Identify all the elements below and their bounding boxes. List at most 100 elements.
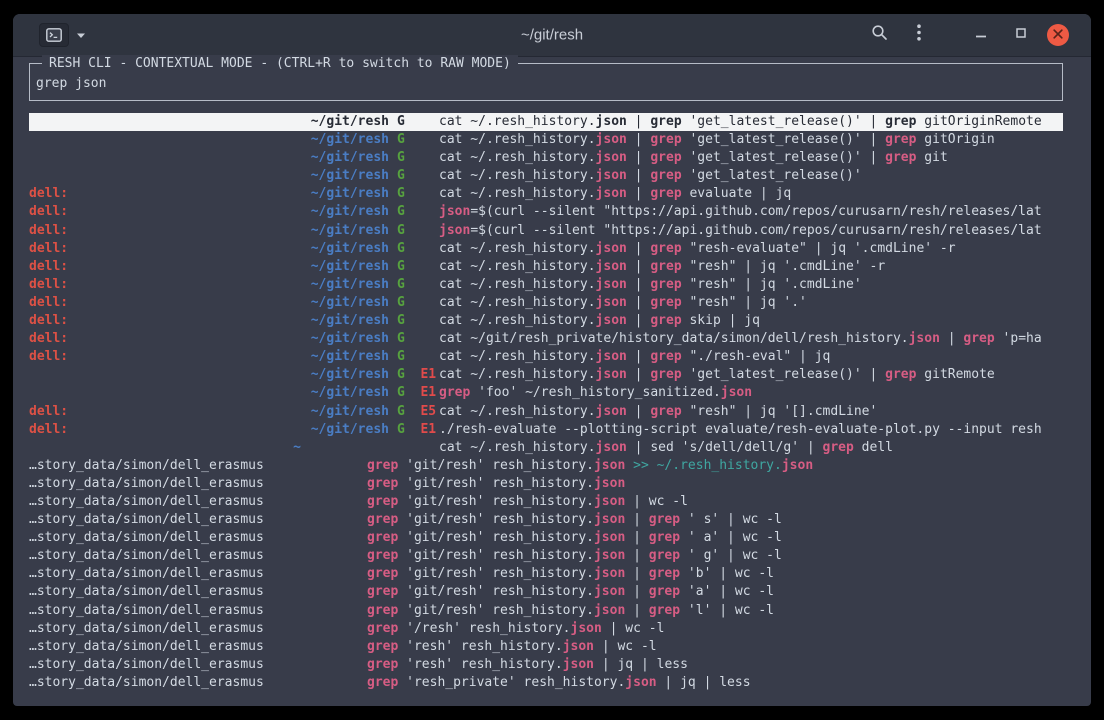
menu-button[interactable] xyxy=(905,21,933,49)
history-row[interactable]: …story_data/simon/dell_erasmusgrep 'git/… xyxy=(29,511,1063,529)
row-host: dell: xyxy=(29,294,68,312)
row-path: …story_data/simon/dell_erasmus xyxy=(29,511,264,529)
row-host: dell: xyxy=(29,312,68,330)
history-row[interactable]: dell:~/git/reshG E5cat ~/.resh_history.j… xyxy=(29,403,1063,421)
match-text: json xyxy=(596,150,627,165)
command-text: cat ~/.resh_history. xyxy=(439,404,596,419)
history-row[interactable]: ~/git/reshGcat ~/.resh_history.json | gr… xyxy=(29,149,1063,167)
history-row[interactable]: ~/git/reshGcat ~/.resh_history.json | gr… xyxy=(29,113,1063,131)
match-text: grep xyxy=(367,584,398,599)
match-text: json xyxy=(596,132,627,147)
match-text: json xyxy=(594,512,625,527)
command-text: ./resh-evaluate --plotting-script evalua… xyxy=(439,422,1042,437)
history-row[interactable]: dell:~/git/reshGcat ~/.resh_history.json… xyxy=(29,240,1063,258)
history-row[interactable]: …story_data/simon/dell_erasmusgrep '/res… xyxy=(29,620,1063,638)
command-text: cat ~/.resh_history. xyxy=(439,114,596,129)
git-flag: G xyxy=(397,349,405,364)
git-flag: G xyxy=(397,132,405,147)
row-host: dell: xyxy=(29,330,68,348)
command-text: 'git/resh' resh_history. xyxy=(398,548,594,563)
close-button[interactable] xyxy=(1047,24,1069,46)
history-row[interactable]: dell:~/git/reshGjson=$(curl --silent "ht… xyxy=(29,222,1063,240)
match-text: json xyxy=(594,476,625,491)
command-text: | xyxy=(625,548,648,563)
command-text: 'resh' resh_history. xyxy=(398,639,562,654)
history-row[interactable]: …story_data/simon/dell_erasmusgrep 'git/… xyxy=(29,457,1063,475)
row-git-flags: G xyxy=(397,276,405,294)
terminal-body: RESH CLI - CONTEXTUAL MODE - (CTRL+R to … xyxy=(13,57,1091,706)
command-text: 'git/resh' resh_history. xyxy=(398,603,594,618)
history-row[interactable]: …story_data/simon/dell_erasmus grep 'git/… xyxy=(29,565,1063,583)
history-row[interactable]: ~/git/reshGcat ~/.resh_history.json | gr… xyxy=(29,167,1063,185)
history-row[interactable]: …story_data/simon/dell_erasmusgrep 'git/… xyxy=(29,583,1063,601)
command-text: | xyxy=(627,114,650,129)
command-text: cat ~/.resh_history. xyxy=(439,313,596,328)
history-row[interactable]: dell:~/git/reshG E1./resh-evaluate --plo… xyxy=(29,421,1063,439)
match-text: json xyxy=(594,458,625,473)
git-flag: G xyxy=(397,150,405,165)
history-row[interactable]: dell:~/git/reshGjson=$(curl --silent "ht… xyxy=(29,203,1063,221)
search-button[interactable] xyxy=(865,21,893,49)
history-row[interactable]: ~/git/reshGcat ~/.resh_history.json | gr… xyxy=(29,131,1063,149)
history-row[interactable]: …story_data/simon/dell_erasmusgrep 'git/… xyxy=(29,475,1063,493)
row-command: grep 'git/resh' resh_history.json | grep… xyxy=(367,602,774,620)
match-text: grep xyxy=(367,548,398,563)
match-text: grep xyxy=(649,584,680,599)
history-row[interactable]: …story_data/simon/dell_erasmusgrep 'resh… xyxy=(29,656,1063,674)
history-row[interactable]: dell:~/git/reshGcat ~/.resh_history.json… xyxy=(29,276,1063,294)
row-command: grep 'foo' ~/resh_history_sanitized.json xyxy=(439,384,752,402)
history-row[interactable]: ~/git/reshG E1cat ~/.resh_history.json |… xyxy=(29,366,1063,384)
restore-button[interactable] xyxy=(1007,21,1035,49)
row-command: cat ~/.resh_history.json | grep "resh-ev… xyxy=(439,240,956,258)
history-row[interactable]: dell:~/git/reshGcat ~/.resh_history.json… xyxy=(29,185,1063,203)
row-command: grep 'git/resh' resh_history.json | grep… xyxy=(367,547,782,565)
command-text: git xyxy=(916,150,947,165)
dropdown-caret-icon[interactable] xyxy=(76,26,86,44)
command-text: | jq | less xyxy=(594,657,688,672)
command-text: | xyxy=(627,168,650,183)
titlebar: ~/git/resh xyxy=(13,14,1091,57)
row-host: dell: xyxy=(29,276,68,294)
history-row[interactable]: ~cat ~/.resh_history.json | sed 's/dell/… xyxy=(29,439,1063,457)
history-row[interactable]: …story_data/simon/dell_erasmusgrep 'git/… xyxy=(29,529,1063,547)
match-text: json xyxy=(594,494,625,509)
row-path: …story_data/simon/dell_erasmus xyxy=(29,547,264,565)
match-text: json xyxy=(594,603,625,618)
history-row[interactable]: …story_data/simon/dell_erasmusgrep 'resh… xyxy=(29,674,1063,692)
history-row[interactable]: …story_data/simon/dell_erasmusgrep 'git/… xyxy=(29,493,1063,511)
git-flag: G xyxy=(397,223,405,238)
minimize-icon xyxy=(974,26,988,45)
command-text: | wc -l xyxy=(625,494,688,509)
history-row[interactable]: …story_data/simon/dell_erasmusgrep 'git/… xyxy=(29,602,1063,620)
command-text: 'p=ha xyxy=(995,331,1042,346)
history-row[interactable]: ~/git/reshG E1grep 'foo' ~/resh_history_… xyxy=(29,384,1063,402)
history-row[interactable]: dell:~/git/reshGcat ~/git/resh_private/h… xyxy=(29,330,1063,348)
history-row[interactable]: …story_data/simon/dell_erasmusgrep 'resh… xyxy=(29,638,1063,656)
history-row[interactable]: …story_data/simon/dell_erasmus grep 'git/… xyxy=(29,547,1063,565)
match-text: json xyxy=(596,440,627,455)
history-row[interactable]: dell:~/git/reshGcat ~/.resh_history.json… xyxy=(29,294,1063,312)
row-command: grep 'git/resh' resh_history.json | grep… xyxy=(367,565,774,583)
history-row[interactable]: dell:~/git/reshGcat ~/.resh_history.json… xyxy=(29,312,1063,330)
command-text: cat ~/.resh_history. xyxy=(439,440,596,455)
row-command: grep 'resh' resh_history.json | wc -l xyxy=(367,638,657,656)
match-text: grep xyxy=(885,132,916,147)
row-directory: ~/git/resh xyxy=(179,113,389,131)
command-text: 'resh' resh_history. xyxy=(398,657,562,672)
git-flag: G xyxy=(397,204,405,219)
match-text: json xyxy=(596,295,627,310)
history-row[interactable]: dell:~/git/reshGcat ~/.resh_history.json… xyxy=(29,348,1063,366)
row-git-flags: G xyxy=(397,149,405,167)
match-text: grep xyxy=(650,114,681,129)
match-text: json xyxy=(594,584,625,599)
new-tab-button[interactable] xyxy=(39,23,86,47)
minimize-button[interactable] xyxy=(967,21,995,49)
row-command: cat ~/.resh_history.json | grep 'get_lat… xyxy=(439,131,995,149)
command-text: 'git/resh' resh_history. xyxy=(398,530,594,545)
command-text: | xyxy=(627,349,650,364)
search-query-input[interactable]: grep json xyxy=(36,76,106,91)
history-row[interactable]: dell:~/git/reshGcat ~/.resh_history.json… xyxy=(29,258,1063,276)
row-command: cat ~/.resh_history.json | grep 'get_lat… xyxy=(439,149,948,167)
row-path: …story_data/simon/dell_erasmus xyxy=(29,565,264,583)
match-text: grep xyxy=(650,150,681,165)
